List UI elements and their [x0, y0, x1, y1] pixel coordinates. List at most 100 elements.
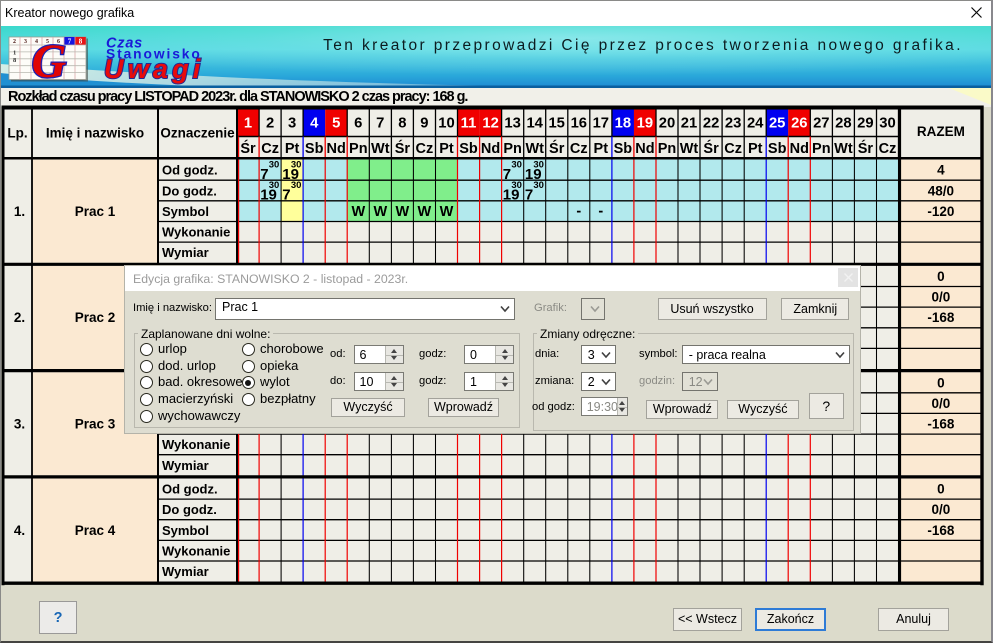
svg-text:18: 18	[615, 115, 631, 131]
svg-text:Wykonanie: Wykonanie	[162, 544, 230, 559]
svg-text:Wt: Wt	[525, 141, 544, 157]
svg-text:14: 14	[526, 115, 543, 131]
svg-text:Cz: Cz	[570, 141, 588, 157]
svg-text:W: W	[373, 204, 387, 220]
svg-text:Lp.: Lp.	[7, 126, 27, 141]
svg-text:10: 10	[438, 115, 454, 131]
svg-text:Cz: Cz	[416, 141, 434, 157]
svg-text:W: W	[440, 204, 454, 220]
svg-text:7: 7	[503, 166, 511, 183]
svg-text:-168: -168	[927, 310, 955, 325]
svg-text:W: W	[418, 204, 432, 220]
svg-text:Wymiar: Wymiar	[162, 458, 209, 473]
svg-text:Nd: Nd	[790, 141, 809, 157]
svg-text:4: 4	[310, 115, 319, 131]
svg-text:W: W	[351, 204, 365, 220]
svg-text:Do godz.: Do godz.	[162, 183, 217, 198]
svg-text:Pt: Pt	[594, 141, 609, 157]
svg-text:26: 26	[791, 115, 807, 131]
svg-text:2: 2	[266, 115, 274, 131]
svg-text:0: 0	[937, 482, 945, 497]
svg-text:0/0: 0/0	[932, 396, 951, 411]
svg-text:30: 30	[533, 160, 544, 171]
svg-text:25: 25	[769, 115, 785, 131]
svg-text:-120: -120	[927, 204, 954, 219]
svg-text:-: -	[576, 203, 581, 219]
svg-text:Nd: Nd	[327, 141, 346, 157]
svg-text:Nd: Nd	[635, 141, 654, 157]
svg-text:Pn: Pn	[503, 141, 522, 157]
svg-text:0: 0	[937, 375, 945, 390]
svg-text:W: W	[396, 204, 410, 220]
svg-text:Pt: Pt	[439, 141, 454, 157]
svg-text:12: 12	[482, 115, 498, 131]
svg-text:27: 27	[813, 115, 829, 131]
svg-text:1: 1	[244, 115, 252, 131]
svg-text:RAZEM: RAZEM	[917, 124, 965, 139]
svg-text:22: 22	[703, 115, 719, 131]
svg-text:Sb: Sb	[768, 141, 787, 157]
svg-text:7: 7	[525, 187, 533, 204]
svg-text:Pt: Pt	[285, 141, 300, 157]
svg-text:9: 9	[420, 115, 428, 131]
svg-text:30: 30	[511, 160, 522, 171]
svg-text:Imię i nazwisko: Imię i nazwisko	[46, 126, 144, 141]
svg-text:Śr: Śr	[549, 139, 565, 157]
svg-text:Sb: Sb	[614, 141, 633, 157]
svg-text:24: 24	[747, 115, 764, 131]
svg-text:11: 11	[461, 115, 477, 131]
svg-text:7: 7	[376, 115, 384, 131]
svg-text:Śr: Śr	[240, 139, 256, 157]
svg-text:30: 30	[291, 180, 302, 191]
svg-text:Pn: Pn	[349, 141, 368, 157]
svg-text:4: 4	[937, 163, 945, 178]
svg-text:Wykonanie: Wykonanie	[162, 437, 230, 452]
svg-text:Śr: Śr	[858, 139, 874, 157]
svg-text:Wt: Wt	[834, 141, 853, 157]
svg-text:1.: 1.	[14, 204, 25, 219]
svg-text:4.: 4.	[14, 523, 25, 538]
svg-text:Oznaczenie: Oznaczenie	[160, 126, 235, 141]
svg-text:Wykonanie: Wykonanie	[162, 225, 230, 240]
svg-text:30: 30	[879, 115, 895, 131]
svg-text:Pn: Pn	[812, 141, 831, 157]
svg-text:19: 19	[637, 115, 653, 131]
svg-text:29: 29	[857, 115, 873, 131]
svg-text:7: 7	[282, 187, 290, 204]
svg-text:30: 30	[269, 160, 280, 171]
svg-text:-168: -168	[927, 523, 955, 538]
svg-text:Prac 1: Prac 1	[75, 204, 116, 219]
svg-text:23: 23	[725, 115, 741, 131]
svg-text:3.: 3.	[14, 416, 25, 431]
svg-text:3: 3	[288, 115, 296, 131]
svg-text:Cz: Cz	[724, 141, 742, 157]
svg-text:Śr: Śr	[395, 139, 411, 157]
svg-text:Pt: Pt	[748, 141, 763, 157]
svg-text:Do godz.: Do godz.	[162, 502, 217, 517]
svg-text:Od godz.: Od godz.	[162, 482, 218, 497]
svg-text:15: 15	[548, 115, 564, 131]
svg-text:0/0: 0/0	[932, 290, 951, 305]
svg-text:2.: 2.	[14, 310, 25, 325]
svg-text:Wymiar: Wymiar	[162, 564, 209, 579]
svg-text:20: 20	[659, 115, 675, 131]
svg-text:16: 16	[571, 115, 587, 131]
svg-text:Od godz.: Od godz.	[162, 163, 218, 178]
svg-text:Prac 2: Prac 2	[75, 310, 116, 325]
svg-text:Sb: Sb	[305, 141, 324, 157]
svg-text:Wt: Wt	[371, 141, 390, 157]
svg-text:30: 30	[269, 180, 280, 191]
svg-text:30: 30	[533, 180, 544, 191]
svg-text:Cz: Cz	[879, 141, 897, 157]
svg-text:17: 17	[593, 115, 609, 131]
svg-text:Symbol: Symbol	[162, 204, 209, 219]
svg-text:Wymiar: Wymiar	[162, 245, 209, 260]
svg-text:Prac 3: Prac 3	[75, 416, 116, 431]
svg-text:6: 6	[354, 115, 362, 131]
svg-text:-: -	[598, 203, 603, 219]
svg-text:13: 13	[504, 115, 520, 131]
svg-text:Sb: Sb	[459, 141, 478, 157]
svg-text:Śr: Śr	[703, 139, 719, 157]
svg-text:Nd: Nd	[481, 141, 500, 157]
svg-text:48/0: 48/0	[928, 183, 954, 198]
